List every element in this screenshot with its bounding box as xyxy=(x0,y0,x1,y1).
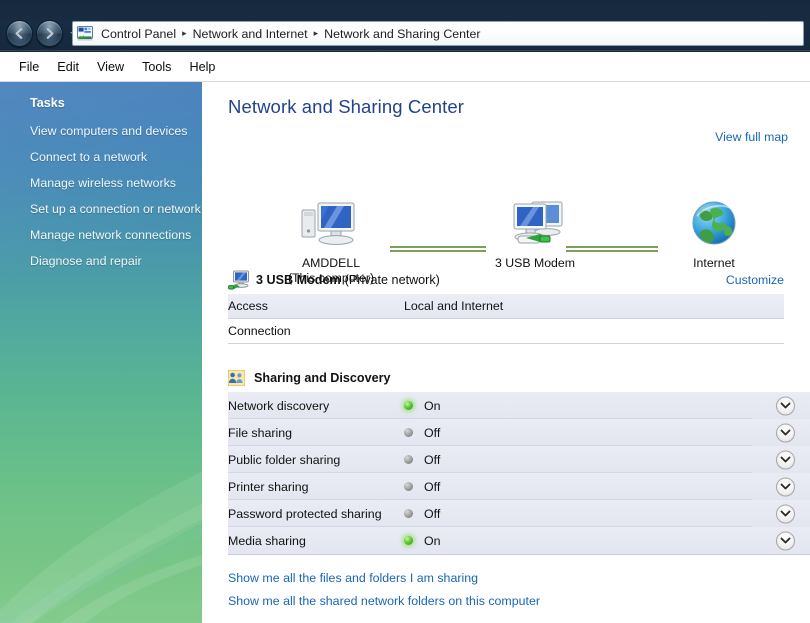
list-item: Media sharing On xyxy=(228,527,810,554)
menu-bar: File Edit View Tools Help xyxy=(0,52,810,82)
sharing-item-label: Media sharing xyxy=(228,533,306,548)
status-indicator xyxy=(404,401,424,410)
breadcrumb-item-network-and-sharing-center[interactable]: Network and Sharing Center xyxy=(319,25,485,43)
breadcrumb: Control Panel ▸ Network and Internet ▸ N… xyxy=(96,25,486,43)
status-badge: On xyxy=(424,533,441,548)
network-adapter-icon xyxy=(228,270,249,290)
expand-button[interactable] xyxy=(776,477,795,496)
address-bar[interactable]: Control Panel ▸ Network and Internet ▸ N… xyxy=(72,21,804,46)
menu-item-file[interactable]: File xyxy=(10,57,48,77)
breadcrumb-item-control-panel[interactable]: Control Panel xyxy=(96,25,181,43)
sharing-and-discovery-title: Sharing and Discovery xyxy=(254,371,391,385)
status-badge: Off xyxy=(424,506,441,521)
map-node-modem-name: 3 USB Modem xyxy=(495,256,575,270)
table-row: Access Local and Internet xyxy=(228,294,784,319)
computer-icon xyxy=(256,196,406,250)
breadcrumb-item-network-and-internet[interactable]: Network and Internet xyxy=(188,25,313,43)
expand-button[interactable] xyxy=(776,450,795,469)
status-badge: On xyxy=(424,398,441,413)
table-row: Connection xyxy=(228,319,784,344)
map-node-internet-name: Internet xyxy=(693,256,735,270)
forward-arrow-icon xyxy=(46,28,54,39)
expand-button[interactable] xyxy=(776,531,795,550)
menu-item-view[interactable]: View xyxy=(88,57,133,77)
menu-item-tools[interactable]: Tools xyxy=(133,57,180,77)
map-node-modem[interactable]: 3 USB Modem xyxy=(460,196,610,271)
customize-link[interactable]: Customize xyxy=(726,273,784,287)
sharing-group-icon xyxy=(228,370,245,386)
sharing-settings-list: Network discovery On File sharing Off Pu… xyxy=(202,392,810,554)
network-details-table: Access Local and Internet Connection xyxy=(202,294,784,344)
status-badge: Off xyxy=(424,425,441,440)
chevron-down-icon xyxy=(780,429,791,436)
tasks-sidebar: Tasks View computers and devices Connect… xyxy=(0,82,202,623)
page-title: Network and Sharing Center xyxy=(228,96,465,117)
map-node-computer-sub: (This computer) xyxy=(287,271,375,285)
show-shared-files-link[interactable]: Show me all the files and folders I am s… xyxy=(228,571,810,585)
status-dot-off-icon xyxy=(404,482,413,491)
network-row-label: Connection xyxy=(228,324,291,338)
status-dot-on-icon xyxy=(404,536,413,545)
chevron-down-icon xyxy=(780,483,791,490)
sharing-item-label: Printer sharing xyxy=(228,479,309,494)
globe-icon xyxy=(639,196,789,250)
chevron-down-icon xyxy=(780,456,791,463)
network-sharing-center-window: Control Panel ▸ Network and Internet ▸ N… xyxy=(0,0,810,623)
sharing-item-label: Network discovery xyxy=(228,398,330,413)
status-dot-off-icon xyxy=(404,428,413,437)
status-dot-off-icon xyxy=(404,509,413,518)
sharing-item-label: File sharing xyxy=(228,425,293,440)
expand-button[interactable] xyxy=(776,504,795,523)
window-chrome: Control Panel ▸ Network and Internet ▸ N… xyxy=(0,0,810,52)
back-button[interactable] xyxy=(6,20,33,47)
sidebar-item-connect-to-a-network[interactable]: Connect to a network xyxy=(0,144,202,170)
sidebar-item-view-computers-and-devices[interactable]: View computers and devices xyxy=(0,118,202,144)
sidebar-item-diagnose-and-repair[interactable]: Diagnose and repair xyxy=(0,248,202,274)
navigation-buttons xyxy=(6,20,79,47)
view-full-map-link[interactable]: View full map xyxy=(715,130,788,144)
network-row-label: Access xyxy=(228,299,268,313)
map-node-computer-name: AMDDELL xyxy=(301,256,361,270)
chevron-down-icon xyxy=(780,510,791,517)
status-badge: Off xyxy=(424,479,441,494)
list-item: File sharing Off xyxy=(228,419,810,446)
chevron-down-icon xyxy=(780,537,791,544)
menu-item-edit[interactable]: Edit xyxy=(48,57,88,77)
status-indicator xyxy=(404,455,424,464)
sharing-item-label: Password protected sharing xyxy=(228,506,382,521)
sidebar-item-manage-network-connections[interactable]: Manage network connections xyxy=(0,222,202,248)
list-item: Printer sharing Off xyxy=(228,473,810,500)
network-devices-icon xyxy=(460,196,610,250)
map-node-internet[interactable]: Internet xyxy=(639,196,789,271)
status-badge: Off xyxy=(424,452,441,467)
list-item: Network discovery On xyxy=(228,392,810,419)
menu-item-help[interactable]: Help xyxy=(180,57,224,77)
status-dot-on-icon xyxy=(404,401,413,410)
expand-button[interactable] xyxy=(776,396,795,415)
network-row-value: Local and Internet xyxy=(404,299,504,313)
show-shared-folders-link[interactable]: Show me all the shared network folders o… xyxy=(228,594,810,608)
control-panel-icon xyxy=(77,26,93,41)
sidebar-item-set-up-a-connection-or-network[interactable]: Set up a connection or network xyxy=(0,196,202,222)
chevron-down-icon xyxy=(780,402,791,409)
list-item: Password protected sharing Off xyxy=(228,500,810,527)
map-node-computer[interactable]: AMDDELL (This computer) xyxy=(256,196,406,286)
status-dot-off-icon xyxy=(404,455,413,464)
status-indicator xyxy=(404,509,424,518)
main-content: Network and Sharing Center View full map xyxy=(202,82,810,623)
status-indicator xyxy=(404,428,424,437)
forward-button[interactable] xyxy=(36,20,63,47)
sharing-item-label: Public folder sharing xyxy=(228,452,341,467)
status-indicator xyxy=(404,536,424,545)
bottom-links: Show me all the files and folders I am s… xyxy=(202,555,810,608)
network-map: AMDDELL (This computer) 3 USB Modem Inte… xyxy=(202,146,810,285)
list-item: Public folder sharing Off xyxy=(228,446,810,473)
expand-button[interactable] xyxy=(776,423,795,442)
sharing-and-discovery-header: Sharing and Discovery xyxy=(228,370,784,386)
sidebar-item-manage-wireless-networks[interactable]: Manage wireless networks xyxy=(0,170,202,196)
sidebar-heading: Tasks xyxy=(30,96,65,110)
status-indicator xyxy=(404,482,424,491)
back-arrow-icon xyxy=(15,28,23,39)
